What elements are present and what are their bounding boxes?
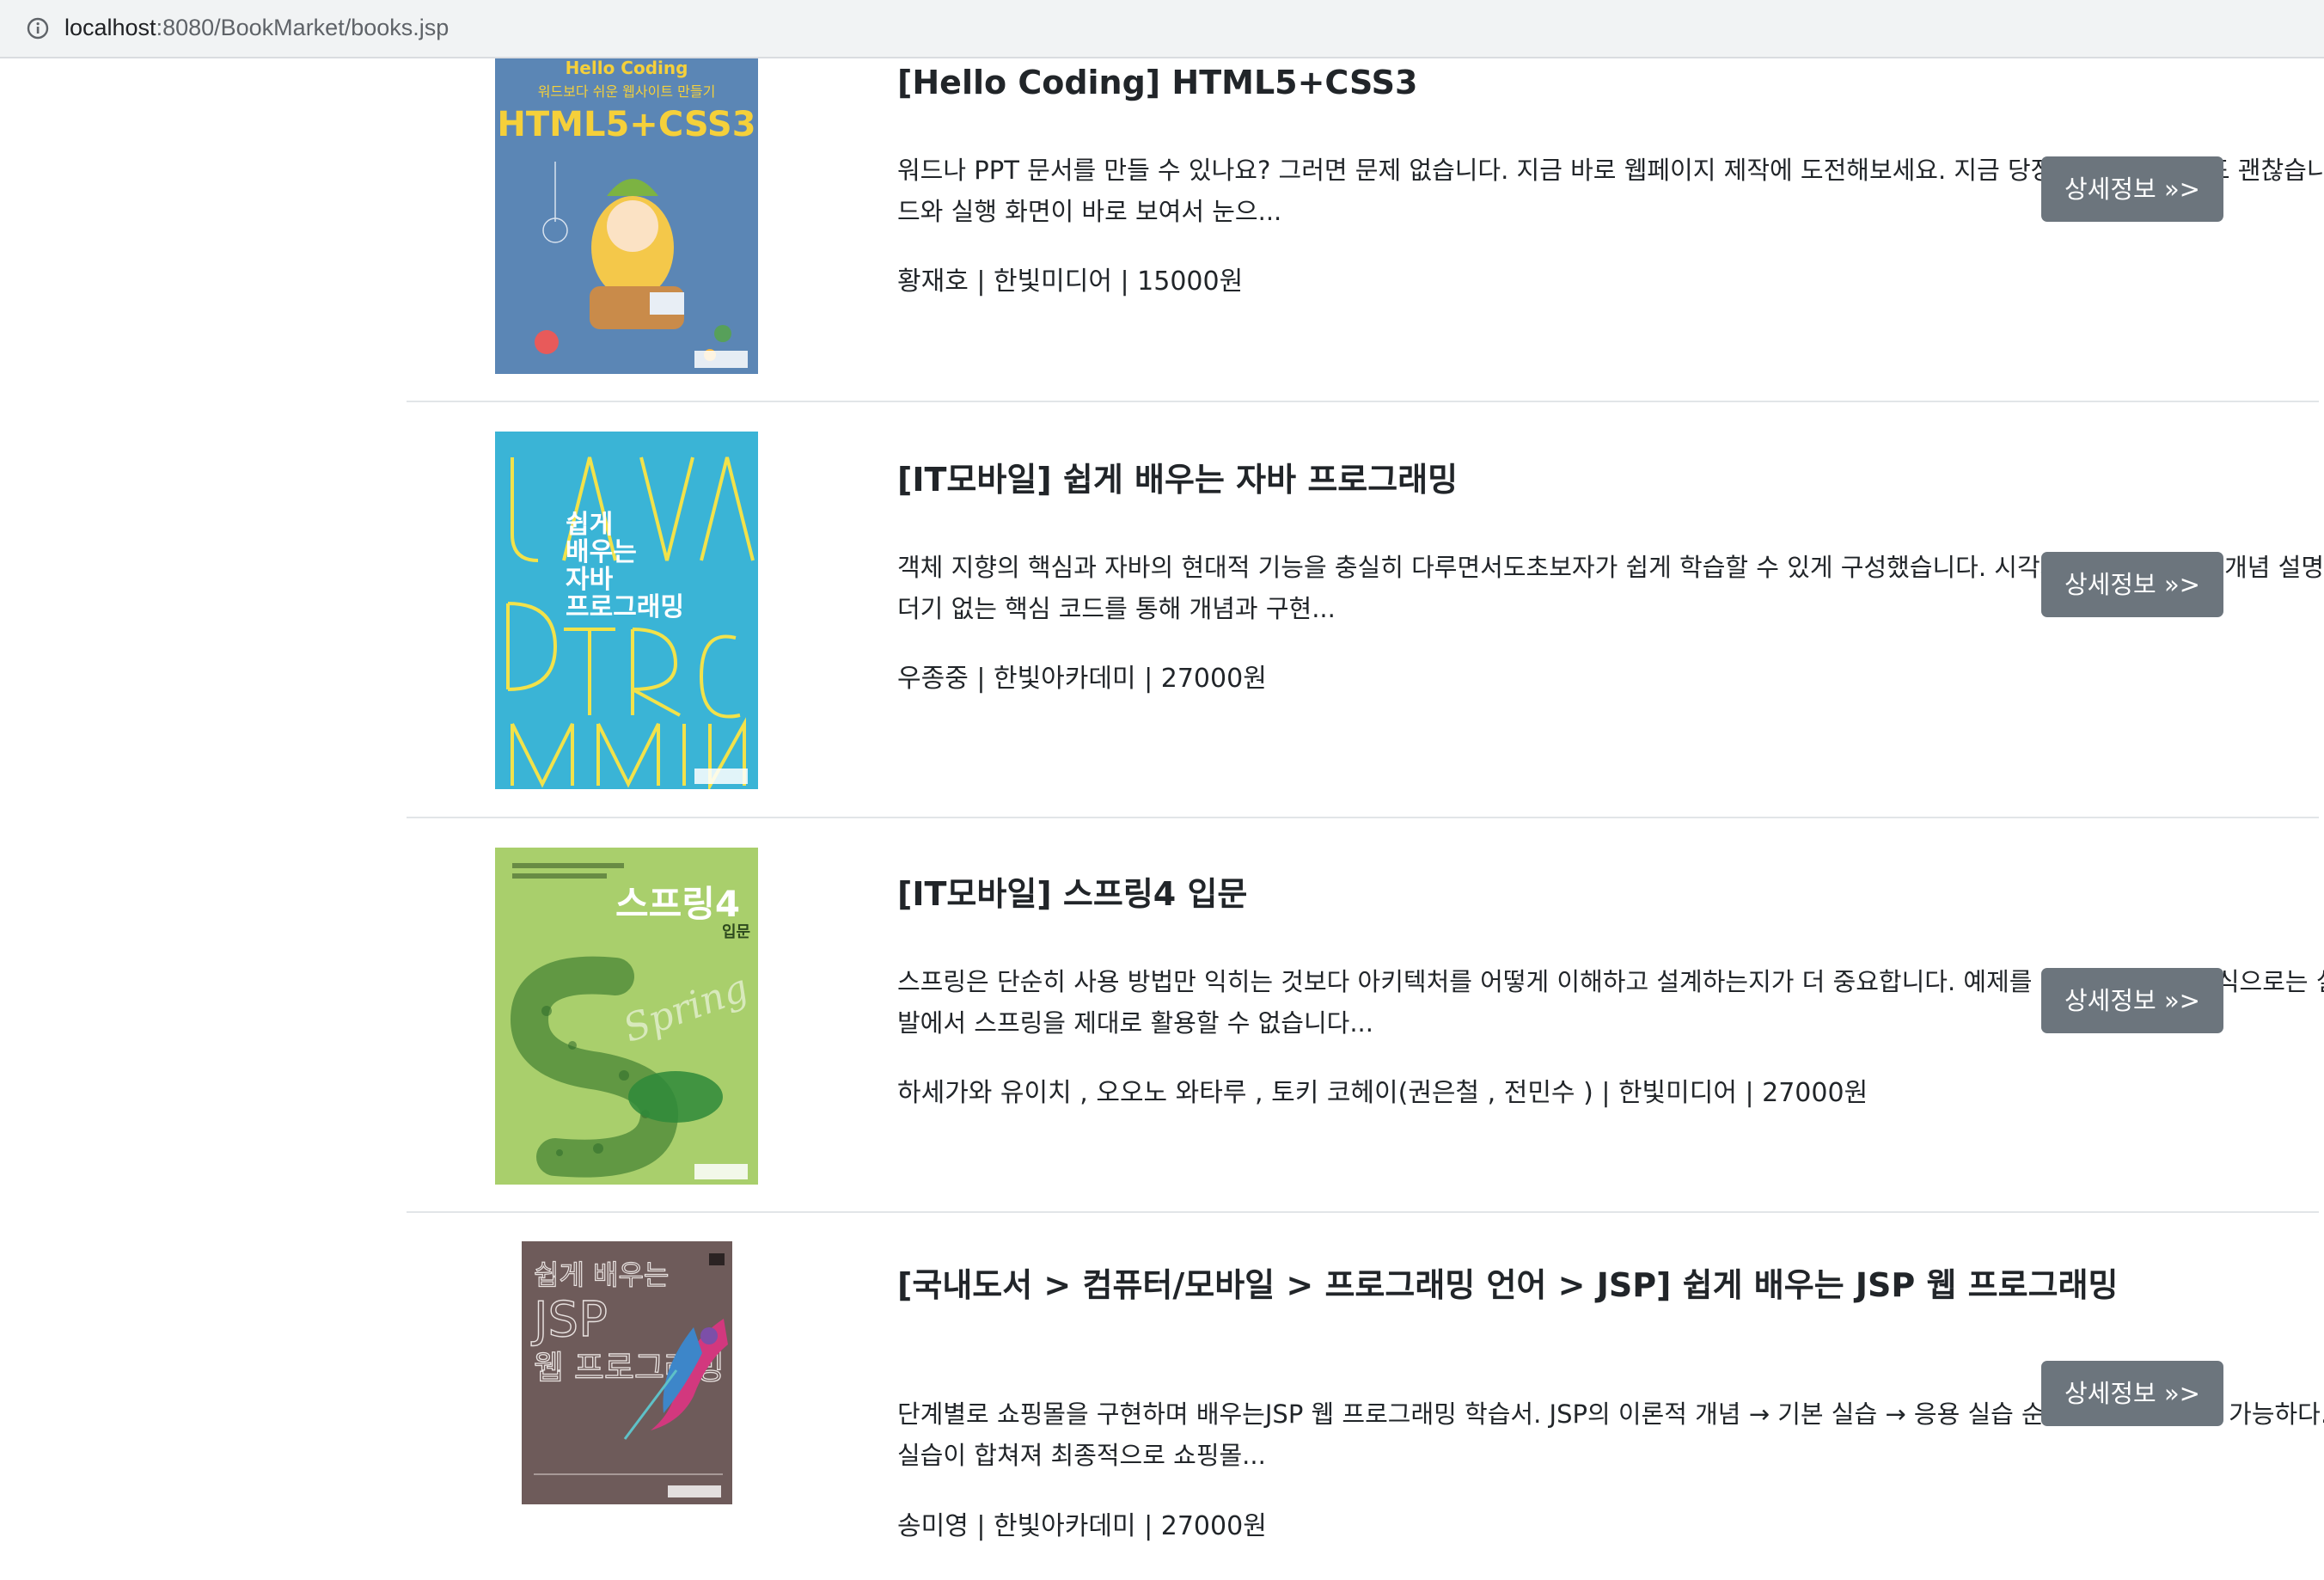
book-row: Hello Coding 워드보다 쉬운 웹사이트 만들기 HTML5+CSS3… [407, 58, 2324, 402]
cover-text: 자바 [566, 565, 614, 595]
detail-button[interactable]: 상세정보 »> [2041, 552, 2223, 617]
url-text[interactable]: localhost:8080/BookMarket/books.jsp [64, 12, 449, 43]
detail-button[interactable]: 상세정보 »> [2041, 968, 2223, 1033]
book-title: [Hello Coding] HTML5+CSS3 [897, 64, 1418, 101]
cover-text: 워드보다 쉬운 웹사이트 만들기 [538, 83, 716, 100]
cover-text: 스프링4 [615, 883, 740, 925]
book-cover-image: 쉽게 배우는 JSP 웹 프로그래밍 [522, 1241, 732, 1504]
cover-text: Hello Coding [566, 58, 688, 78]
cover-text: 프로그래밍 [566, 592, 684, 622]
book-row: 스프링4 입문 Spring [IT모바일] 스프링4 입문 스프링은 단순히 … [407, 818, 2324, 1213]
cover-text: JSP [531, 1292, 608, 1348]
cover-text: 쉽게 배우는 [534, 1258, 669, 1291]
cover-text: 입문 [722, 922, 750, 941]
book-meta: 송미영 | 한빛아카데미 | 27000원 [897, 1511, 1267, 1541]
detail-button[interactable]: 상세정보 »> [2041, 156, 2223, 222]
book-meta: 우종중 | 한빛아카데미 | 27000원 [897, 664, 1267, 694]
url-path: :8080/BookMarket/books.jsp [156, 15, 450, 40]
book-meta: 하세가와 유이치 , 오오노 와타루 , 토키 코헤이(권은철 , 전민수 ) … [897, 1078, 1868, 1108]
cover-text: HTML5+CSS3 [497, 105, 755, 144]
book-row: 쉽게 배우는 JSP 웹 프로그래밍 [국내도서 > 컴퓨터/모바일 > 프로그… [407, 1213, 2324, 1580]
browser-address-bar[interactable]: localhost:8080/BookMarket/books.jsp [0, 0, 2324, 58]
book-title: [IT모바일] 스프링4 입문 [897, 875, 1248, 913]
cover-text: 쉽게 [566, 510, 613, 540]
book-title: [국내도서 > 컴퓨터/모바일 > 프로그래밍 언어 > JSP] 쉽게 배우는… [897, 1266, 2119, 1304]
book-title: [IT모바일] 쉽게 배우는 자바 프로그래밍 [897, 461, 1459, 499]
cover-text: 배우는 [566, 537, 637, 567]
book-meta: 황재호 | 한빛미디어 | 15000원 [897, 266, 1244, 297]
book-cover-image: 쉽게 배우는 자바 프로그래밍 [495, 432, 758, 789]
book-cover-image: Hello Coding 워드보다 쉬운 웹사이트 만들기 HTML5+CSS3 [495, 58, 758, 374]
detail-button[interactable]: 상세정보 »> [2041, 1361, 2223, 1426]
info-icon[interactable] [26, 16, 50, 40]
book-cover-image: 스프링4 입문 Spring [495, 848, 758, 1185]
url-host: localhost [64, 15, 156, 40]
book-row: 쉽게 배우는 자바 프로그래밍 [IT모바일] 쉽게 배우는 자바 프로그래밍 … [407, 402, 2324, 818]
